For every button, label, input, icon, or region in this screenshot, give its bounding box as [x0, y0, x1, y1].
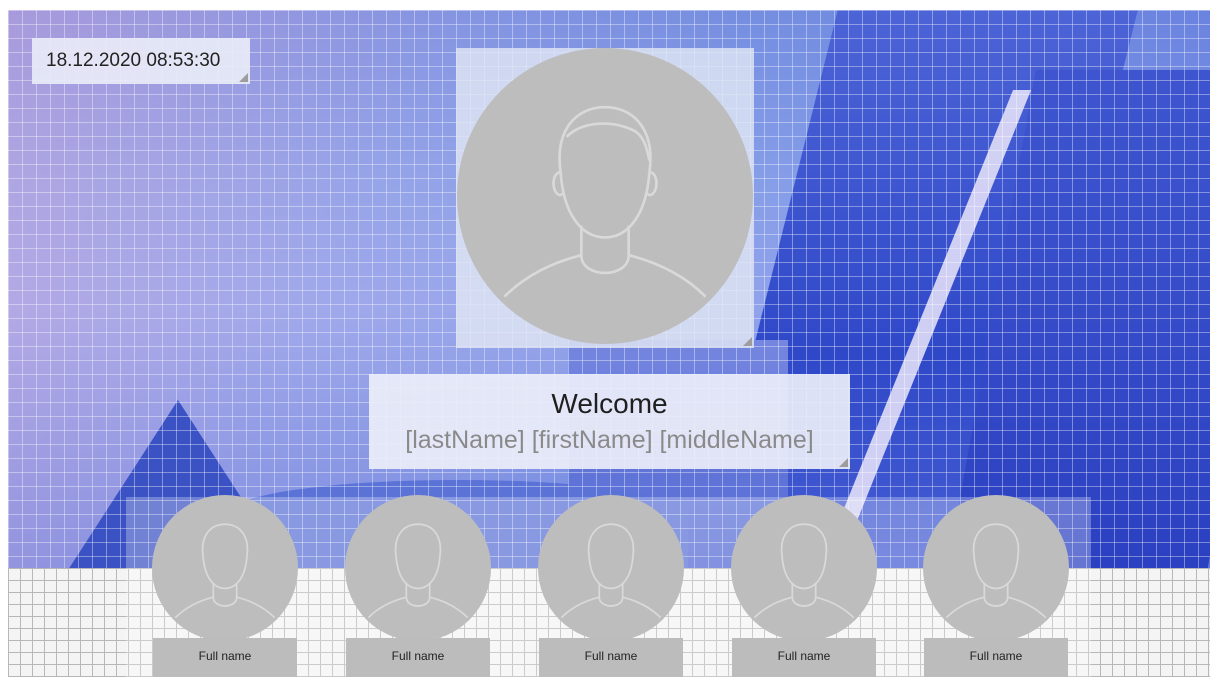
employee-thumbnail[interactable]: Full name	[345, 495, 491, 677]
resize-grip-icon[interactable]	[839, 458, 848, 467]
thumbnail-label: Full name	[924, 638, 1068, 677]
resize-grip-icon[interactable]	[239, 73, 248, 82]
main-photo-widget[interactable]	[456, 48, 754, 348]
resize-grip-icon[interactable]	[743, 337, 752, 346]
thumbnail-label: Full name	[732, 638, 876, 677]
employee-name-placeholder: [lastName] [firstName] [middleName]	[405, 426, 814, 454]
employee-thumbnail[interactable]: Full name	[731, 495, 877, 677]
employee-thumbnail[interactable]: Full name	[152, 495, 298, 677]
thumbnail-label: Full name	[539, 638, 683, 677]
welcome-widget[interactable]: Welcome [lastName] [firstName] [middleNa…	[369, 374, 850, 469]
thumbnail-label: Full name	[153, 638, 297, 677]
employee-thumbnail[interactable]: Full name	[923, 495, 1069, 677]
datetime-widget[interactable]: 18.12.2020 08:53:30	[32, 38, 250, 84]
user-silhouette-icon	[457, 48, 753, 344]
thumbnail-label: Full name	[346, 638, 490, 677]
datetime-text: 18.12.2020 08:53:30	[46, 50, 221, 71]
user-silhouette-icon	[345, 495, 491, 641]
user-silhouette-icon	[731, 495, 877, 641]
employee-thumbnail[interactable]: Full name	[538, 495, 684, 677]
background-canvas: 18.12.2020 08:53:30 Welcome [lastName] […	[8, 10, 1210, 677]
user-silhouette-icon	[538, 495, 684, 641]
welcome-title: Welcome	[551, 388, 668, 419]
user-silhouette-icon	[152, 495, 298, 641]
user-silhouette-icon	[923, 495, 1069, 641]
